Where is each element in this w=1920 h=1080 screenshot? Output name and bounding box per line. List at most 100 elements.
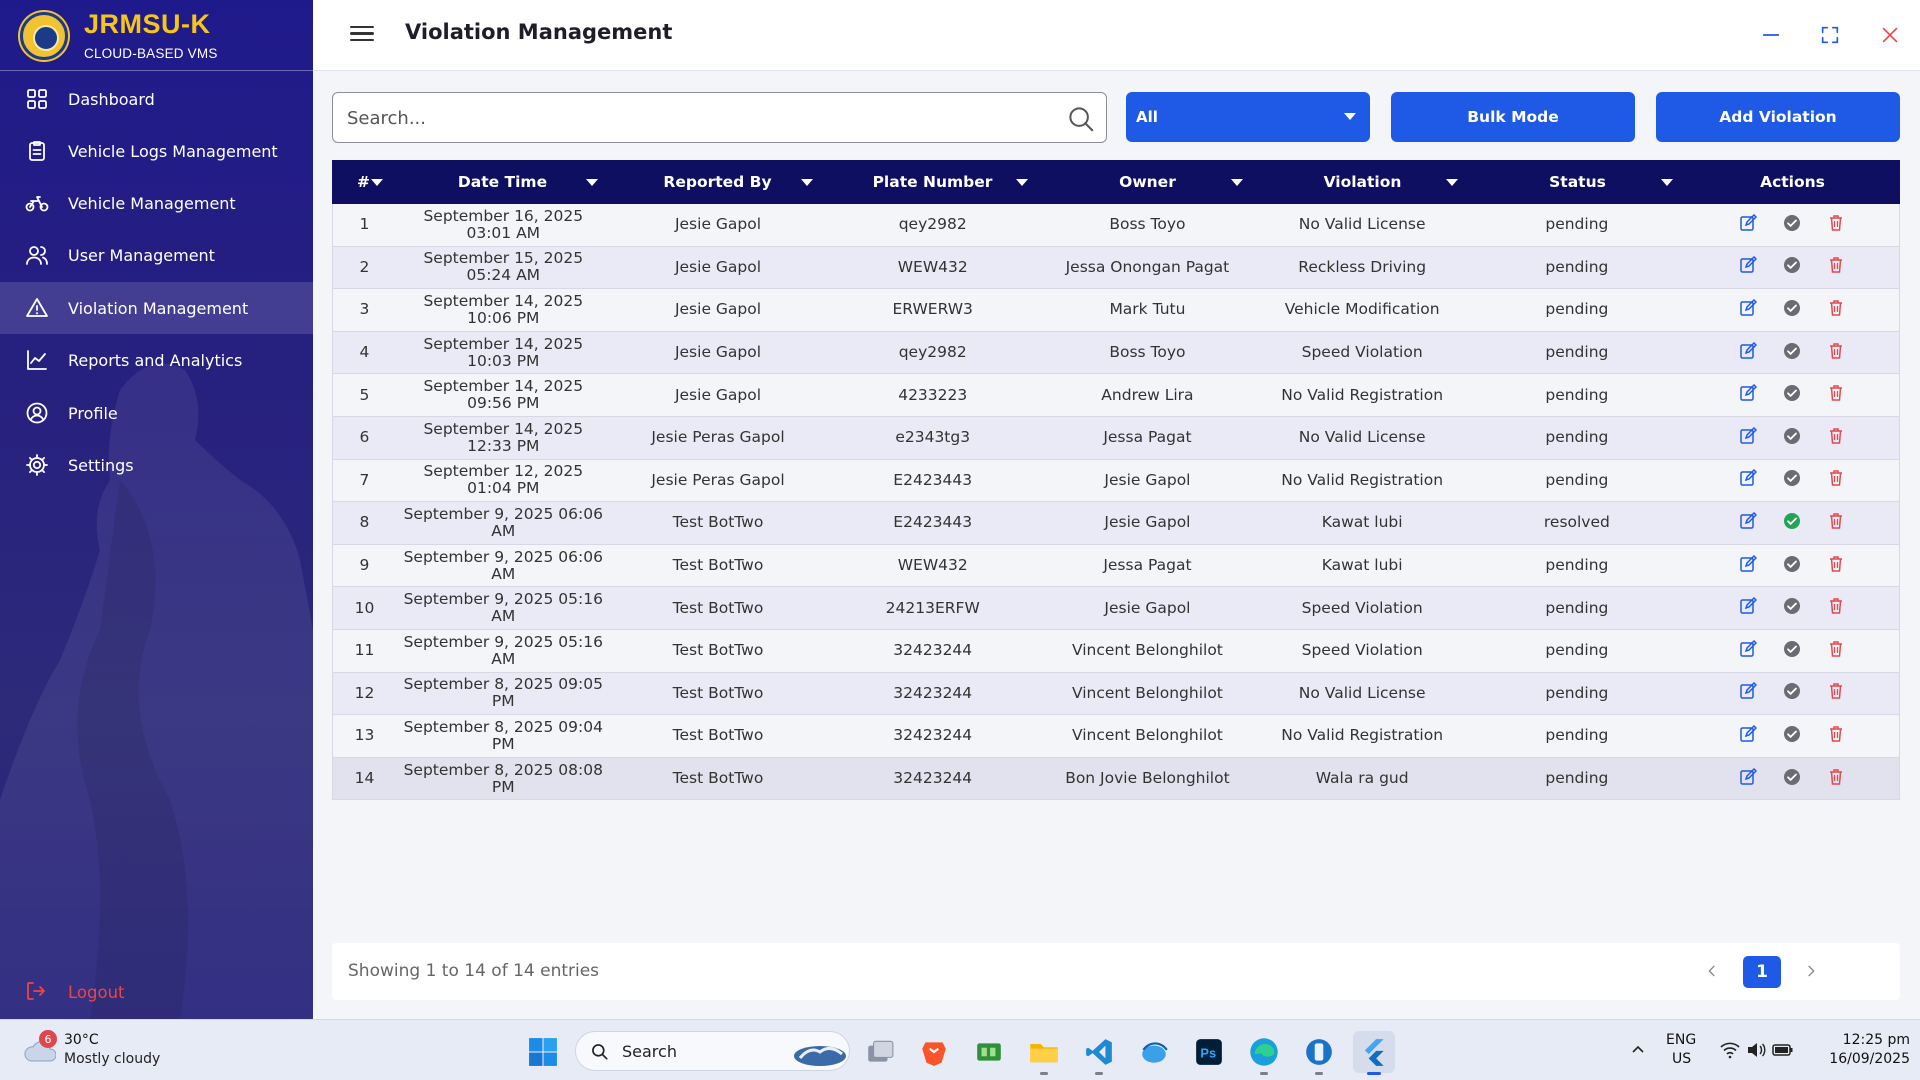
delete-trash-icon[interactable] xyxy=(1827,555,1845,577)
column-header[interactable]: Status xyxy=(1470,160,1685,204)
edit-icon[interactable] xyxy=(1739,767,1757,790)
edit-icon[interactable] xyxy=(1739,724,1757,747)
chevron-up-icon[interactable] xyxy=(1630,1042,1646,1058)
taskbar-file-explorer[interactable] xyxy=(1023,1031,1065,1075)
edit-icon[interactable] xyxy=(1739,426,1757,449)
page-1-button[interactable]: 1 xyxy=(1743,956,1781,988)
sidebar-item-violation-management[interactable]: Violation Management xyxy=(0,282,313,334)
battery-icon[interactable] xyxy=(1772,1042,1794,1058)
edit-icon[interactable] xyxy=(1739,341,1757,364)
sidebar-item-vehicle-management[interactable]: Vehicle Management xyxy=(0,177,313,229)
sidebar-item-vehicle-logs[interactable]: Vehicle Logs Management xyxy=(0,125,313,177)
delete-trash-icon[interactable] xyxy=(1827,640,1845,662)
resolve-check-icon[interactable] xyxy=(1783,682,1801,704)
resolve-check-icon[interactable] xyxy=(1783,427,1801,449)
taskbar-flutter[interactable] xyxy=(1353,1031,1395,1075)
sort-caret-icon[interactable] xyxy=(801,179,813,186)
clock-date[interactable]: 16/09/2025 xyxy=(1819,1051,1910,1067)
table-row[interactable]: 13 September 8, 2025 09:04 PM Test BotTwo 3… xyxy=(332,715,1900,758)
table-row[interactable]: 6 September 14, 2025 12:33 PM Jesie Peras … xyxy=(332,416,1900,460)
edit-icon[interactable] xyxy=(1739,213,1757,236)
table-row[interactable]: 7 September 12, 2025 01:04 PM Jesie Peras … xyxy=(332,459,1900,503)
table-row[interactable]: 2 September 15, 2025 05:24 AM Jesie Gapol W… xyxy=(332,246,1900,290)
status-filter-dropdown[interactable]: All xyxy=(1126,92,1370,142)
delete-trash-icon[interactable] xyxy=(1827,682,1845,704)
taskbar-edge[interactable] xyxy=(1243,1031,1285,1075)
table-row[interactable]: 5 September 14, 2025 09:56 PM Jesie Gapol 4… xyxy=(332,374,1900,417)
sort-caret-icon[interactable] xyxy=(1016,179,1028,186)
search-icon[interactable] xyxy=(1066,104,1096,134)
sort-caret-icon[interactable] xyxy=(1231,179,1243,186)
language-label[interactable]: ENG xyxy=(1666,1032,1696,1048)
resolve-check-icon[interactable] xyxy=(1783,384,1801,406)
delete-trash-icon[interactable] xyxy=(1827,512,1845,534)
close-button[interactable] xyxy=(1875,20,1905,50)
resolve-check-icon[interactable] xyxy=(1783,725,1801,747)
resolve-check-icon[interactable] xyxy=(1783,342,1801,364)
volume-icon[interactable] xyxy=(1746,1041,1766,1059)
delete-trash-icon[interactable] xyxy=(1827,256,1845,278)
taskbar-brave[interactable] xyxy=(913,1031,955,1073)
maximize-button[interactable] xyxy=(1815,20,1845,50)
search-box[interactable] xyxy=(332,92,1107,143)
edit-icon[interactable] xyxy=(1739,298,1757,321)
edit-icon[interactable] xyxy=(1739,682,1757,704)
delete-trash-icon[interactable] xyxy=(1827,768,1845,790)
sidebar-item-dashboard[interactable]: Dashboard xyxy=(0,73,313,125)
logout-button[interactable]: Logout xyxy=(0,966,313,1018)
sidebar-item-settings[interactable]: Settings xyxy=(0,439,313,491)
region-label[interactable]: US xyxy=(1672,1051,1691,1067)
edit-icon[interactable] xyxy=(1739,554,1757,577)
minimize-button[interactable] xyxy=(1756,20,1786,50)
sort-caret-icon[interactable] xyxy=(1661,179,1673,186)
taskbar-photoshop[interactable]: Ps xyxy=(1188,1031,1230,1073)
resolve-check-icon[interactable] xyxy=(1783,214,1801,236)
table-row[interactable]: 4 September 14, 2025 10:03 PM Jesie Gapol q… xyxy=(332,331,1900,375)
table-row[interactable]: 3 September 14, 2025 10:06 PM Jesie Gapol E… xyxy=(332,289,1900,332)
delete-trash-icon[interactable] xyxy=(1827,384,1845,406)
edit-icon[interactable] xyxy=(1739,469,1757,491)
edit-icon[interactable] xyxy=(1739,256,1757,278)
table-row[interactable]: 12 September 8, 2025 09:05 PM Test BotTwo 3… xyxy=(332,672,1900,716)
table-row[interactable]: 9 September 9, 2025 06:06 AM Test BotTwo WE… xyxy=(332,544,1900,588)
sort-caret-icon[interactable] xyxy=(371,179,383,186)
table-row[interactable]: 11 September 9, 2025 05:16 AM Test BotTwo 3… xyxy=(332,629,1900,673)
delete-trash-icon[interactable] xyxy=(1827,427,1845,449)
taskbar-task-view[interactable] xyxy=(859,1031,901,1073)
delete-trash-icon[interactable] xyxy=(1827,469,1845,491)
resolve-check-icon[interactable] xyxy=(1783,768,1801,790)
sidebar-item-profile[interactable]: Profile xyxy=(0,387,313,439)
delete-trash-icon[interactable] xyxy=(1827,214,1845,236)
taskbar-app-green[interactable] xyxy=(968,1031,1010,1073)
table-row[interactable]: 1 September 16, 2025 03:01 AM Jesie Gapol q… xyxy=(332,204,1900,247)
column-header[interactable]: Date Time xyxy=(395,160,610,204)
next-page-button[interactable] xyxy=(1798,958,1824,984)
taskbar-app-globe[interactable] xyxy=(1133,1031,1175,1073)
resolve-check-icon[interactable] xyxy=(1783,299,1801,321)
edit-icon[interactable] xyxy=(1739,639,1757,662)
table-row[interactable]: 8 September 9, 2025 06:06 AM Test BotTwo E2… xyxy=(332,502,1900,545)
weather-widget[interactable]: 6 30°C Mostly cloudy xyxy=(22,1030,242,1072)
windows-start-button[interactable] xyxy=(522,1031,564,1073)
sort-caret-icon[interactable] xyxy=(1446,179,1458,186)
column-header[interactable]: Violation xyxy=(1255,160,1470,204)
edit-icon[interactable] xyxy=(1739,597,1757,619)
column-header[interactable]: Owner xyxy=(1040,160,1255,204)
sidebar-item-user-management[interactable]: User Management xyxy=(0,229,313,281)
wifi-icon[interactable] xyxy=(1720,1041,1740,1059)
taskbar-app-phone[interactable] xyxy=(1298,1031,1340,1075)
column-header[interactable]: Reported By xyxy=(610,160,825,204)
resolve-check-icon[interactable] xyxy=(1783,640,1801,662)
edit-icon[interactable] xyxy=(1739,511,1757,534)
taskbar-search[interactable]: Search xyxy=(575,1031,850,1071)
resolve-check-icon[interactable] xyxy=(1783,555,1801,577)
sort-caret-icon[interactable] xyxy=(586,179,598,186)
delete-trash-icon[interactable] xyxy=(1827,725,1845,747)
table-row[interactable]: 14 September 8, 2025 08:08 PM Test BotTwo 3… xyxy=(332,757,1900,801)
column-header[interactable]: # xyxy=(332,160,395,204)
resolve-check-icon[interactable] xyxy=(1783,469,1801,491)
add-violation-button[interactable]: Add Violation xyxy=(1656,92,1900,142)
table-row[interactable]: 10 September 9, 2025 05:16 AM Test BotTwo 2… xyxy=(332,587,1900,630)
resolve-check-icon[interactable] xyxy=(1783,597,1801,619)
edit-icon[interactable] xyxy=(1739,384,1757,406)
